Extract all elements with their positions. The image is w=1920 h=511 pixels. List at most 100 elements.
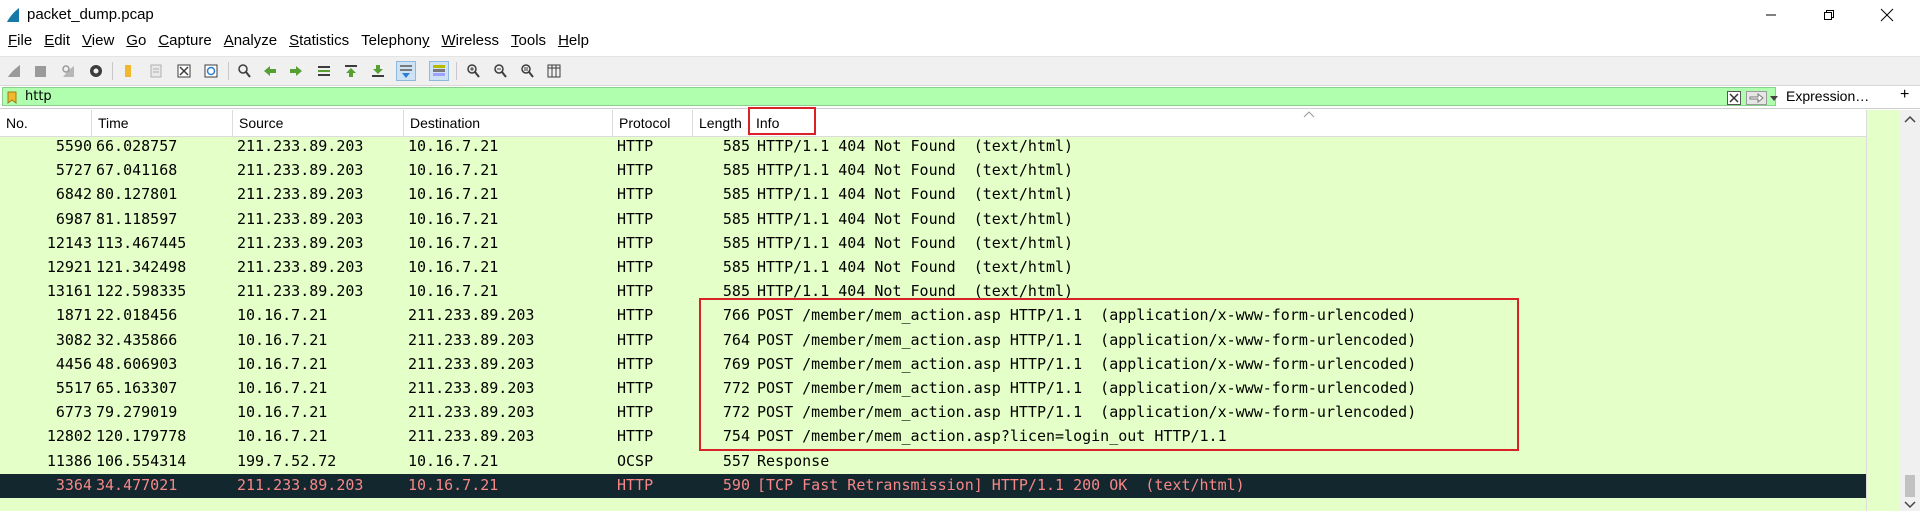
cell-time: 81.118597 <box>96 210 178 228</box>
menu-statistics[interactable]: Statistics <box>283 30 355 52</box>
arrow-right-icon <box>290 66 302 76</box>
packet-minimap[interactable] <box>1866 110 1901 511</box>
capture-options-button[interactable] <box>86 61 106 81</box>
display-filter-input[interactable]: http <box>2 87 1779 106</box>
magnifier-icon <box>238 64 251 78</box>
cell-source: 211.233.89.203 <box>237 185 364 203</box>
menu-tools[interactable]: Tools <box>505 30 552 52</box>
shark-fin-icon <box>8 65 20 77</box>
cell-destination: 10.16.7.21 <box>408 185 499 203</box>
info-column-highlight-box <box>748 107 816 135</box>
expression-button[interactable]: Expression… <box>1786 88 1869 104</box>
add-filter-button[interactable]: + <box>1900 86 1909 104</box>
column-header-destination[interactable]: Destination <box>404 110 613 136</box>
save-file-button[interactable] <box>146 61 166 81</box>
column-header-time[interactable]: Time <box>92 110 233 136</box>
bookmark-icon[interactable] <box>7 91 17 104</box>
menu-wireless[interactable]: Wireless <box>436 30 506 52</box>
table-row[interactable]: 11386 106.554314 199.7.52.72 10.16.7.21 OCSP… <box>0 450 1866 474</box>
cell-destination: 10.16.7.21 <box>408 137 499 155</box>
normal-size-button[interactable] <box>517 61 537 81</box>
cell-protocol: HTTP <box>617 258 654 276</box>
restart-capture-button[interactable] <box>58 61 78 81</box>
table-row[interactable]: 5590 66.028757 211.233.89.203 10.16.7.21 HTT… <box>0 137 1866 159</box>
scroll-up-icon[interactable] <box>1903 114 1917 124</box>
cell-time: 80.127801 <box>96 185 178 203</box>
filter-text: http <box>25 89 52 104</box>
auto-scroll-button[interactable] <box>396 61 416 81</box>
cell-source: 211.233.89.203 <box>237 234 364 252</box>
cell-no: 6842 <box>55 185 92 203</box>
menu-help[interactable]: Help <box>552 30 595 52</box>
cell-no: 12802 <box>46 427 92 445</box>
colorize-button[interactable] <box>429 61 449 81</box>
menu-telephony[interactable]: Telephony <box>355 30 435 52</box>
close-file-button[interactable] <box>174 61 194 81</box>
menu-edit[interactable]: Edit <box>38 30 76 52</box>
packet-list-header: No. Time Source Destination Protocol Len… <box>0 110 1866 137</box>
table-row[interactable]: 6842 80.127801 211.233.89.203 10.16.7.21 HTT… <box>0 183 1866 207</box>
find-packet-button[interactable] <box>234 61 254 81</box>
wireshark-fin-icon <box>7 8 19 22</box>
clear-filter-icon[interactable] <box>1727 91 1741 105</box>
go-to-packet-button[interactable] <box>314 61 334 81</box>
window-title: packet_dump.pcap <box>27 6 154 23</box>
close-button[interactable] <box>1864 0 1910 30</box>
table-row[interactable]: 5727 67.041168 211.233.89.203 10.16.7.21 HTT… <box>0 159 1866 183</box>
restore-button[interactable] <box>1806 0 1852 30</box>
start-capture-button[interactable] <box>4 61 24 81</box>
sort-ascending-icon <box>1303 111 1315 118</box>
menu-view[interactable]: View <box>76 30 120 52</box>
menu-capture[interactable]: Capture <box>152 30 217 52</box>
apply-filter-icon[interactable] <box>1746 91 1767 105</box>
scrollbar-track[interactable] <box>1900 110 1920 511</box>
stop-capture-button[interactable] <box>30 61 50 81</box>
jump-to-icon <box>318 66 330 76</box>
column-header-no[interactable]: No. <box>0 110 92 136</box>
arrow-up-first-icon <box>345 65 357 77</box>
restart-icon <box>62 65 74 77</box>
cell-source: 211.233.89.203 <box>237 476 364 494</box>
menu-analyze[interactable]: Analyze <box>218 30 283 52</box>
open-file-button[interactable] <box>118 61 138 81</box>
zoom-in-button[interactable] <box>463 61 483 81</box>
column-header-length[interactable]: Length <box>693 110 750 136</box>
cell-no: 6773 <box>55 403 92 421</box>
cell-length: 585 <box>722 234 750 252</box>
menu-file[interactable]: File <box>0 30 38 52</box>
arrow-down-last-icon <box>372 65 384 77</box>
cell-protocol: OCSP <box>617 452 654 470</box>
zoom-in-icon <box>467 64 480 78</box>
zoom-reset-icon <box>521 64 534 78</box>
minimize-icon <box>1766 14 1776 16</box>
cell-time: 22.018456 <box>96 306 178 324</box>
first-packet-button[interactable] <box>341 61 361 81</box>
go-back-button[interactable] <box>260 61 280 81</box>
filter-history-dropdown-icon[interactable] <box>1769 92 1779 104</box>
gear-icon <box>90 65 102 77</box>
packet-list-scrollbar[interactable] <box>1866 110 1920 511</box>
zoom-out-button[interactable] <box>490 61 510 81</box>
reload-file-button[interactable] <box>201 61 221 81</box>
cell-time: 106.554314 <box>96 452 187 470</box>
minimize-button[interactable] <box>1748 0 1794 30</box>
table-row[interactable]: 12921 121.342498 211.233.89.203 10.16.7.21 H… <box>0 256 1866 280</box>
scrollbar-thumb[interactable] <box>1905 475 1915 497</box>
column-header-protocol[interactable]: Protocol <box>613 110 693 136</box>
table-row-selected[interactable]: 3364 34.477021 211.233.89.203 10.16.7.21 HTT… <box>0 474 1866 498</box>
cell-length: 557 <box>722 452 750 470</box>
toolbar-separator <box>112 62 113 80</box>
cell-protocol: HTTP <box>617 185 654 203</box>
resize-columns-button[interactable] <box>544 61 564 81</box>
table-row[interactable]: 12143 113.467445 211.233.89.203 10.16.7.21 H… <box>0 232 1866 256</box>
table-row[interactable]: 6987 81.118597 211.233.89.203 10.16.7.21 HTT… <box>0 208 1866 232</box>
column-header-source[interactable]: Source <box>233 110 404 136</box>
go-forward-button[interactable] <box>286 61 306 81</box>
scroll-down-icon[interactable] <box>1903 500 1917 510</box>
menu-go[interactable]: Go <box>120 30 152 52</box>
cell-length: 585 <box>722 210 750 228</box>
cell-no: 5590 <box>55 137 92 155</box>
last-packet-button[interactable] <box>368 61 388 81</box>
cell-destination: 10.16.7.21 <box>408 476 499 494</box>
cell-source: 211.233.89.203 <box>237 161 364 179</box>
